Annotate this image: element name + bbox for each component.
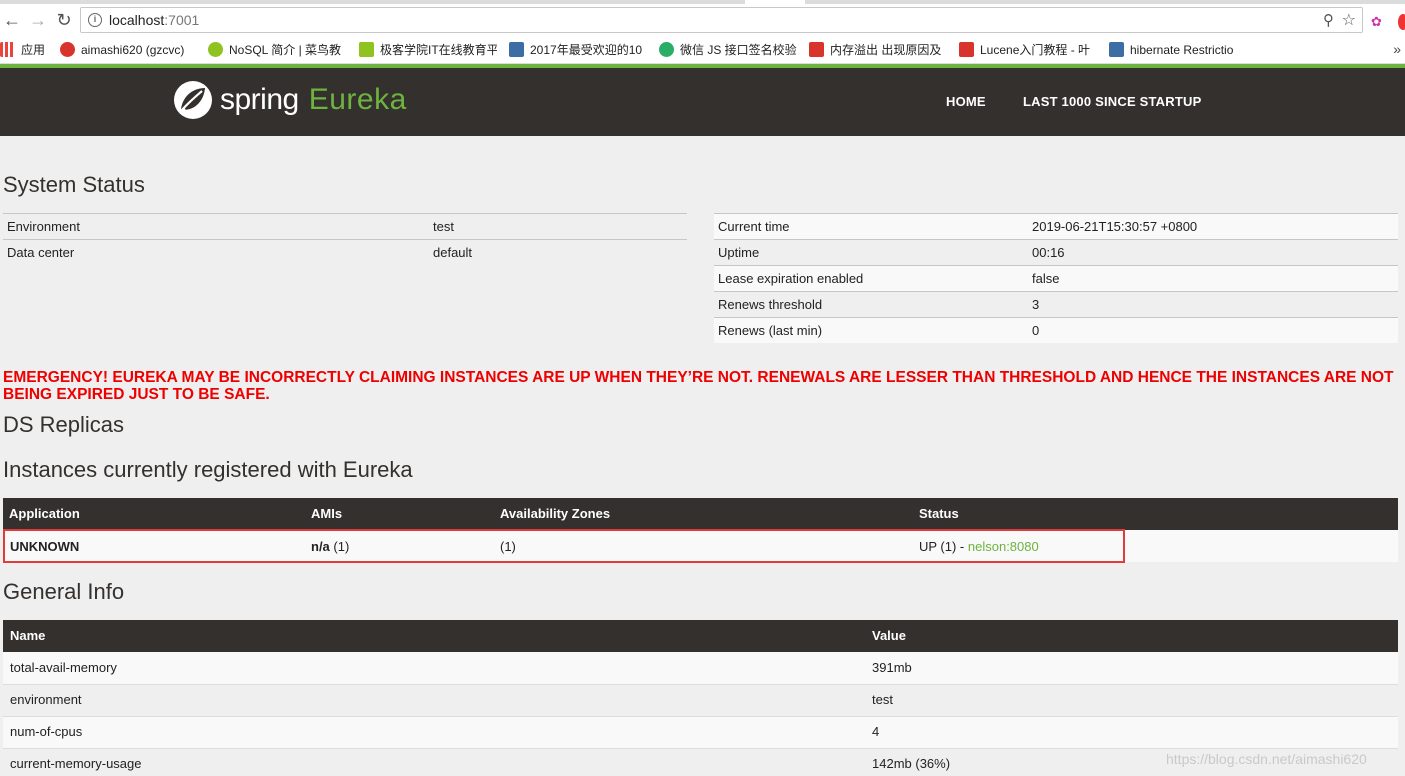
status-value: 00:16 xyxy=(1032,245,1065,260)
info-value: test xyxy=(872,692,893,707)
bookmark-label: 内存溢出 出现原因及 xyxy=(830,43,942,57)
general-info-title: General Info xyxy=(3,579,125,604)
forward-arrow-icon[interactable]: → xyxy=(26,8,50,32)
bookmark-item[interactable]: hibernate Restrictio xyxy=(1109,41,1247,59)
bookmark-label: 微信 JS 接口签名校验 xyxy=(680,43,797,57)
column-header: AMIs xyxy=(311,506,343,521)
status-value: 0 xyxy=(1032,323,1040,338)
bookmark-favicon-icon xyxy=(809,42,824,57)
url-text[interactable]: localhost:7001 xyxy=(109,12,199,28)
bookmarks-bar: 应用 aimashi620 (gzcvc) NoSQL 简介 | 菜鸟教 极客学… xyxy=(0,36,1405,64)
bookmark-apps[interactable]: 应用 xyxy=(0,41,50,59)
bookmark-favicon-icon xyxy=(509,42,524,57)
column-header: Application xyxy=(9,506,80,521)
bookmark-favicon-icon xyxy=(60,42,75,57)
system-status-title: System Status xyxy=(3,172,145,197)
top-navbar: spring Eureka HOME LAST 1000 SINCE START… xyxy=(0,68,1405,136)
status-key: Current time xyxy=(718,219,790,234)
bookmark-item[interactable]: 极客学院IT在线教育平 xyxy=(359,41,497,59)
bookmark-label: hibernate Restrictio xyxy=(1130,43,1234,57)
instances-title: Instances currently registered with Eure… xyxy=(3,457,413,482)
brand-logo[interactable]: spring Eureka xyxy=(172,78,407,122)
table-row: Environment test xyxy=(3,213,687,239)
reload-icon[interactable]: ↻ xyxy=(52,8,76,32)
bookmark-label: Lucene入门教程 - 叶 xyxy=(980,43,1091,57)
watermark: https://blog.csdn.net/aimashi620 xyxy=(1166,751,1367,767)
bookmark-label: 极客学院IT在线教育平 xyxy=(380,43,497,57)
status-value: 3 xyxy=(1032,297,1040,312)
bookmark-item[interactable]: 内存溢出 出现原因及 xyxy=(809,41,947,59)
info-name: current-memory-usage xyxy=(10,756,142,771)
bookmark-item[interactable]: aimashi620 (gzcvc) xyxy=(60,41,198,59)
browser-toolbar: ← → ↻ i localhost:7001 ⚲ ☆ ✿ xyxy=(0,4,1405,36)
column-header: Availability Zones xyxy=(500,506,611,521)
status-value: 2019-06-21T15:30:57 +0800 xyxy=(1032,219,1198,234)
bookmark-item[interactable]: 微信 JS 接口签名校验 xyxy=(659,41,797,59)
apps-grid-icon xyxy=(0,42,15,57)
highlight-box xyxy=(3,529,1125,563)
status-value: false xyxy=(1032,271,1060,286)
bookmark-label: 2017年最受欢迎的10 xyxy=(530,43,643,57)
extension-icon[interactable]: ✿ xyxy=(1371,14,1387,30)
bookmark-item[interactable]: Lucene入门教程 - 叶 xyxy=(959,41,1097,59)
bookmark-label: aimashi620 (gzcvc) xyxy=(81,43,185,57)
status-value: default xyxy=(433,245,473,260)
bookmark-label: 应用 xyxy=(21,43,46,57)
table-row: environment test xyxy=(3,684,1398,716)
bookmark-favicon-icon xyxy=(659,42,674,57)
info-name: num-of-cpus xyxy=(10,724,83,739)
status-key: Renews (last min) xyxy=(718,323,823,338)
column-header: Name xyxy=(10,628,46,643)
back-arrow-icon[interactable]: ← xyxy=(0,8,24,32)
table-row: num-of-cpus 4 xyxy=(3,716,1398,748)
bookmark-favicon-icon xyxy=(208,42,223,57)
info-icon[interactable]: i xyxy=(88,13,102,27)
info-name: total-avail-memory xyxy=(10,660,117,675)
spring-leaf-icon xyxy=(174,81,212,119)
table-row: total-avail-memory 391mb xyxy=(3,652,1398,684)
table-row: Data center default xyxy=(3,239,687,265)
url-port: :7001 xyxy=(164,12,200,28)
browser-chrome: ← → ↻ i localhost:7001 ⚲ ☆ ✿ 应用 aimashi6… xyxy=(0,0,1405,68)
table-row: Renews (last min) 0 xyxy=(714,317,1398,343)
bookmark-favicon-icon xyxy=(1109,42,1124,57)
info-name: environment xyxy=(10,692,82,707)
status-key: Lease expiration enabled xyxy=(718,271,864,286)
bookmark-favicon-icon xyxy=(959,42,974,57)
emergency-warning: EMERGENCY! EUREKA MAY BE INCORRECTLY CLA… xyxy=(3,369,1394,403)
bookmark-item[interactable]: 2017年最受欢迎的10 xyxy=(509,41,649,59)
info-value: 391mb xyxy=(872,660,912,675)
column-header: Value xyxy=(872,628,906,643)
brand-word-eureka: Eureka xyxy=(308,83,407,116)
status-value: test xyxy=(433,219,454,234)
status-key: Uptime xyxy=(718,245,760,260)
brand-word-spring: spring xyxy=(220,83,299,116)
address-bar[interactable]: i localhost:7001 ⚲ ☆ xyxy=(80,7,1363,33)
bookmark-item[interactable]: NoSQL 简介 | 菜鸟教 xyxy=(208,41,348,59)
url-host: localhost xyxy=(109,12,165,28)
status-key: Renews threshold xyxy=(718,297,823,312)
bookmark-star-icon[interactable]: ☆ xyxy=(1342,10,1356,30)
status-key: Environment xyxy=(7,219,80,234)
bookmark-label: NoSQL 简介 | 菜鸟教 xyxy=(229,43,342,57)
ds-replicas-title: DS Replicas xyxy=(3,412,125,437)
extension-icon-2[interactable] xyxy=(1398,14,1405,30)
status-key: Data center xyxy=(7,245,75,260)
table-row: Renews threshold 3 xyxy=(714,291,1398,317)
bookmark-favicon-icon xyxy=(359,42,374,57)
info-value: 142mb (36%) xyxy=(872,756,951,771)
nav-last-1000-link[interactable]: LAST 1000 SINCE STARTUP xyxy=(1023,94,1201,109)
table-row: Uptime 00:16 xyxy=(714,239,1398,265)
instances-table-header: Application AMIs Availability Zones Stat… xyxy=(3,498,1398,530)
general-info-table-header: Name Value xyxy=(3,620,1398,652)
table-row: Lease expiration enabled false xyxy=(714,265,1398,291)
nav-home-link[interactable]: HOME xyxy=(946,94,986,109)
info-value: 4 xyxy=(872,724,880,739)
table-row: Current time 2019-06-21T15:30:57 +0800 xyxy=(714,213,1398,239)
column-header: Status xyxy=(919,506,959,521)
bookmarks-overflow-icon[interactable]: » xyxy=(1393,41,1401,57)
zoom-icon[interactable]: ⚲ xyxy=(1323,11,1334,29)
